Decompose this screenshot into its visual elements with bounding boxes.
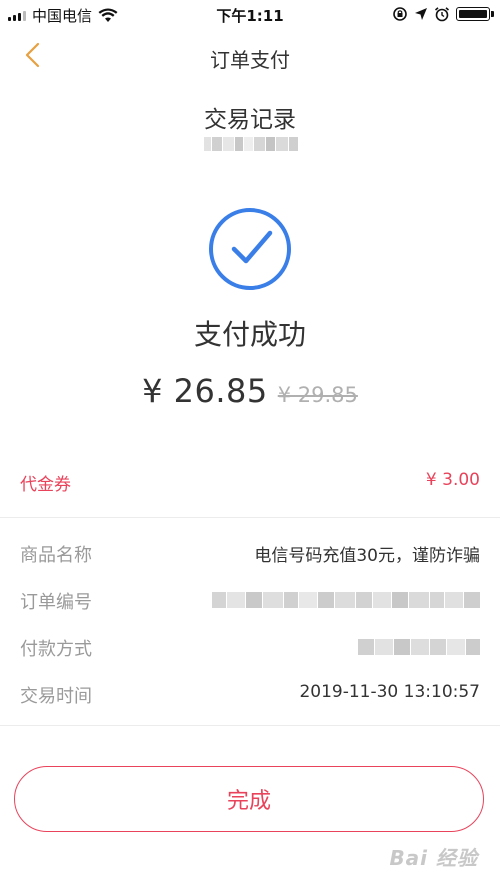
product-value: 电信号码充值30元，谨防诈骗: [254, 546, 480, 566]
payment-method-label: 付款方式: [20, 639, 92, 660]
location-arrow-icon: [415, 8, 427, 20]
time-row: 交易时间 2019-11-30 13:10:57: [0, 674, 500, 714]
time-value: 2019-11-30 13:10:57: [299, 682, 480, 702]
status-bar: 中国电信 下午1:11: [0, 0, 500, 30]
divider: [0, 725, 500, 726]
order-row: 订单编号: [0, 580, 500, 620]
merchant-name: 交易记录: [204, 107, 296, 133]
page-title: 订单支付: [210, 48, 290, 72]
coupon-value: ¥ 3.00: [425, 470, 480, 490]
product-label: 商品名称: [20, 545, 92, 566]
watermark: Bai 经验: [389, 846, 478, 870]
coupon-row: 代金券 ¥ 3.00: [0, 462, 500, 502]
nav-bar: 订单支付: [0, 30, 500, 80]
lock-rotation-icon: [393, 7, 407, 21]
redacted-order-number: [212, 592, 480, 608]
status-right: [392, 6, 494, 22]
payment-status: 支付成功: [193, 318, 306, 351]
alarm-icon: [434, 7, 450, 22]
order-label: 订单编号: [20, 592, 92, 613]
coupon-label: 代金券: [20, 475, 71, 495]
redacted-merchant-id: [204, 137, 298, 151]
original-amount: ¥ 29.85: [277, 383, 358, 407]
product-row: 商品名称 电信号码充值30元，谨防诈骗: [0, 533, 500, 573]
check-circle-icon: [209, 208, 291, 290]
time-label: 交易时间: [20, 686, 92, 707]
done-button[interactable]: 完成: [14, 766, 484, 832]
price-row: ¥ 26.85 ¥ 29.85: [0, 372, 500, 410]
divider: [0, 517, 500, 518]
paid-amount: ¥ 26.85: [142, 372, 268, 410]
redacted-payment-method: [358, 639, 480, 655]
payment-method-row: 付款方式: [0, 627, 500, 667]
battery-icon: [456, 7, 494, 21]
